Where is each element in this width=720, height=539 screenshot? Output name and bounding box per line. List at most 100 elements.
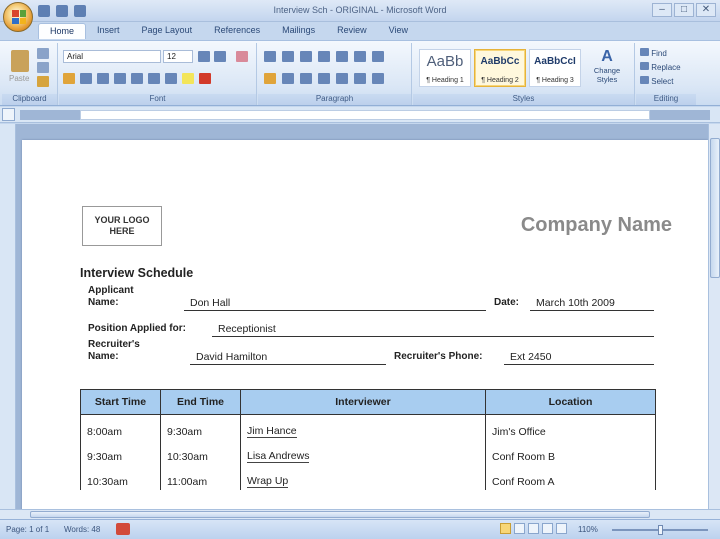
print-layout-icon[interactable] [500,523,511,534]
table-cell[interactable]: Conf Room B [485,439,656,465]
date-value[interactable]: March 10th 2009 [530,297,654,311]
table-cell[interactable]: Jim Hance [240,414,486,440]
vertical-scrollbar[interactable] [708,124,720,509]
borders-icon[interactable] [372,73,384,84]
web-layout-icon[interactable] [528,523,539,534]
tab-insert[interactable]: Insert [86,23,131,39]
office-button[interactable] [3,2,33,32]
editing-group: Find Replace Select Editing [636,43,696,105]
vertical-scroll-thumb[interactable] [710,138,720,278]
ribbon-tabs: Home Insert Page Layout References Maili… [38,23,419,40]
underline-icon[interactable] [97,73,109,84]
close-button[interactable]: ✕ [696,3,716,17]
format-painter-button[interactable] [36,75,50,90]
table-cell[interactable]: Lisa Andrews [240,439,486,465]
tab-review[interactable]: Review [326,23,378,39]
zoom-level[interactable]: 110% [578,525,598,534]
table-cell[interactable]: Jim's Office [485,414,656,440]
minimize-button[interactable]: – [652,3,672,17]
justify-icon[interactable] [318,73,330,84]
tab-view[interactable]: View [378,23,419,39]
superscript-icon[interactable] [148,73,160,84]
style-heading-2[interactable]: AaBbCc ¶ Heading 2 [474,49,526,87]
strikethrough-icon[interactable] [114,73,126,84]
grow-font-button[interactable] [197,50,211,65]
font-size-dropdown[interactable]: 12 [163,50,193,63]
font-color-icon[interactable] [199,73,211,84]
zoom-slider[interactable] [612,525,708,535]
paste-button[interactable]: Paste [8,47,30,85]
document-page[interactable]: YOUR LOGO HERE Company Name Interview Sc… [22,140,708,509]
table-cell[interactable]: Wrap Up [240,464,486,490]
tab-page-layout[interactable]: Page Layout [131,23,204,39]
pilcrow-icon[interactable] [372,51,384,62]
numbering-icon[interactable] [282,51,294,62]
tab-selector[interactable] [2,108,15,121]
word-count[interactable]: Words: 48 [64,525,100,534]
find-button[interactable]: Find [640,47,681,61]
italic-icon[interactable] [80,73,92,84]
position-value[interactable]: Receptionist [212,323,654,337]
table-cell[interactable]: 10:30am [160,439,241,465]
recruiter-name-value[interactable]: David Hamilton [190,351,386,365]
align-center-icon[interactable] [282,73,294,84]
window-controls: – □ ✕ [652,3,716,17]
horizontal-scrollbar[interactable] [0,509,720,519]
subscript-icon[interactable] [131,73,143,84]
recruiter-phone-value[interactable]: Ext 2450 [504,351,654,365]
shrink-font-icon [214,51,226,62]
header-end-time[interactable]: End Time [160,389,241,415]
multilevel-list-icon[interactable] [300,51,312,62]
line-spacing-icon[interactable] [336,73,348,84]
change-styles-icon: A [601,48,613,65]
bold-icon[interactable] [63,73,75,84]
font-group-label: Font [59,94,256,105]
outline-icon[interactable] [542,523,553,534]
copy-icon [37,62,49,73]
shrink-font-button[interactable] [213,50,227,65]
shading-icon[interactable] [354,73,366,84]
font-name-dropdown[interactable]: Arial [63,50,161,63]
style-heading-1[interactable]: AaBb ¶ Heading 1 [419,49,471,87]
style-heading-3[interactable]: AaBbCcI ¶ Heading 3 [529,49,581,87]
table-cell[interactable]: 8:00am [80,414,161,440]
applicant-name-value[interactable]: Don Hall [184,297,486,311]
table-cell[interactable]: Conf Room A [485,464,656,490]
sort-icon[interactable] [354,51,366,62]
vertical-ruler[interactable] [0,124,16,509]
increase-indent-icon[interactable] [336,51,348,62]
header-start-time[interactable]: Start Time [80,389,161,415]
bullets-icon[interactable] [264,51,276,62]
table-cell[interactable]: 10:30am [80,464,161,490]
align-left-icon[interactable] [264,73,276,84]
select-button[interactable]: Select [640,75,681,89]
table-cell[interactable]: 9:30am [160,414,241,440]
tab-mailings[interactable]: Mailings [271,23,326,39]
change-case-icon[interactable] [165,73,177,84]
tab-home[interactable]: Home [38,23,87,39]
clear-formatting-button[interactable] [235,50,249,65]
cut-button[interactable] [36,47,50,62]
table-cell[interactable]: 11:00am [160,464,241,490]
copy-button[interactable] [36,61,50,76]
replace-button[interactable]: Replace [640,61,681,75]
maximize-button[interactable]: □ [674,3,694,17]
table-cell[interactable]: 9:30am [80,439,161,465]
logo-placeholder[interactable]: YOUR LOGO HERE [82,206,162,246]
ruler-left-margin [20,110,80,120]
page-count[interactable]: Page: 1 of 1 [6,525,49,534]
change-styles-button[interactable]: A Change Styles [587,47,627,91]
horizontal-ruler[interactable] [0,107,720,123]
proofing-icon[interactable] [116,523,130,535]
draft-icon[interactable] [556,523,567,534]
header-location[interactable]: Location [485,389,656,415]
decrease-indent-icon[interactable] [318,51,330,62]
header-interviewer[interactable]: Interviewer [240,389,486,415]
align-right-icon[interactable] [300,73,312,84]
full-screen-reading-icon[interactable] [514,523,525,534]
tab-references[interactable]: References [203,23,271,39]
highlight-icon[interactable] [182,73,194,84]
zoom-slider-knob[interactable] [658,525,663,535]
horizontal-scroll-thumb[interactable] [30,511,650,518]
paragraph-group-label: Paragraph [258,94,411,105]
